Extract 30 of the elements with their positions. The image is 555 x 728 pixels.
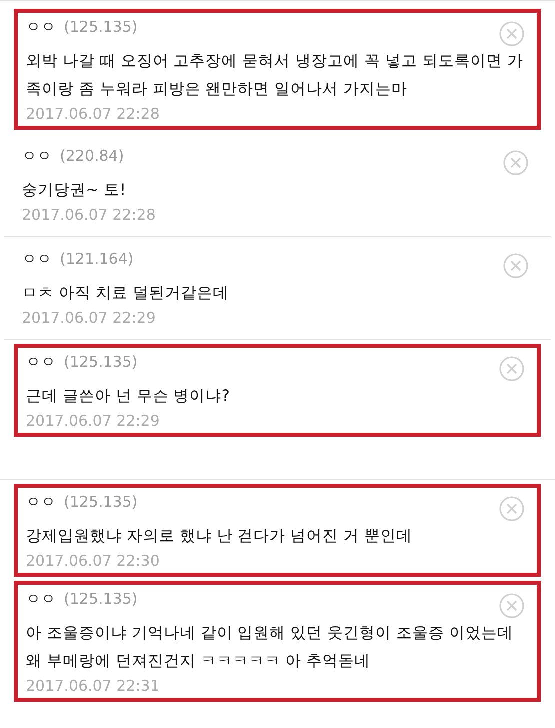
delete-icon[interactable] (503, 253, 529, 279)
delete-icon[interactable] (499, 356, 525, 382)
delete-icon[interactable] (499, 593, 525, 619)
author-name: ㅇㅇ (22, 249, 52, 270)
author-name: ㅇㅇ (26, 492, 56, 513)
comment-date: 2017.06.07 22:31 (26, 676, 161, 697)
author-name: ㅇㅇ (26, 17, 56, 38)
ip-address: (125.135) (64, 492, 138, 513)
comment-text: 숭기당권~ 토! (22, 180, 128, 201)
comment-date: 2017.06.07 22:29 (22, 308, 157, 329)
author-name: ㅇㅇ (26, 352, 56, 373)
comment-text: 강제입원했냐 자의로 했냐 난 걷다가 넘어진 거 뿐인데 (26, 526, 414, 547)
ip-address: (125.135) (64, 352, 138, 373)
comment-date: 2017.06.07 22:28 (22, 205, 157, 226)
ip-address: (220.84) (60, 146, 124, 167)
author-name: ㅇㅇ (22, 146, 52, 167)
ip-address: (125.135) (64, 589, 138, 610)
ip-address: (125.135) (64, 17, 138, 38)
delete-icon[interactable] (503, 150, 529, 176)
ip-address: (121.164) (60, 249, 134, 270)
comment-text: ㅁㅊ 아직 치료 덜된거같은데 (22, 283, 230, 304)
comment-date: 2017.06.07 22:30 (26, 551, 161, 572)
delete-icon[interactable] (499, 496, 525, 522)
delete-icon[interactable] (499, 21, 525, 47)
comment-date: 2017.06.07 22:29 (26, 411, 161, 432)
comment-text: 외박 나갈 때 오징어 고추장에 묻혀서 냉장고에 꼭 넣고 되도록이면 가족이랑 좀 누워라 피방은 왠만하면 일어나서 가지는마 (26, 51, 524, 100)
comment-text: 근데 글쓴아 넌 무슨 병이냐? (26, 386, 231, 407)
comment-text: 아 조울증이냐 기억나네 같이 입원해 있던 웃긴형이 조울증 이었는데 왜 부메랑에 던져진건지 ㅋㅋㅋㅋㅋ 아 추억돋네 (26, 623, 514, 672)
author-name: ㅇㅇ (26, 589, 56, 610)
comment-date: 2017.06.07 22:28 (26, 104, 161, 125)
